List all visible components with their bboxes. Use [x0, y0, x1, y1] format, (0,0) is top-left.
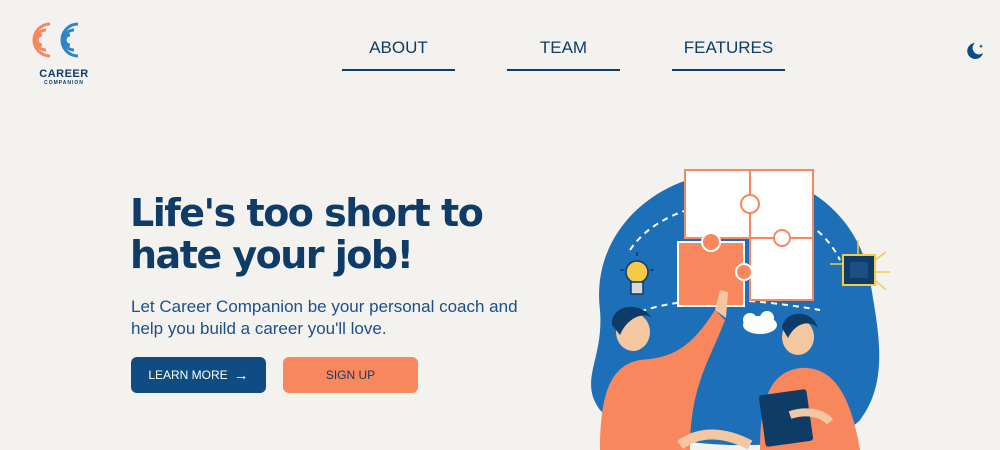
learn-more-button[interactable]: LEARN MORE →	[131, 357, 266, 393]
main-nav: ABOUT TEAM FEATURES	[342, 38, 785, 71]
arrow-right-icon: →	[233, 366, 249, 384]
hero-subtext: Let Career Companion be your personal co…	[131, 297, 518, 338]
brand-subtitle: COMPANION	[44, 80, 84, 86]
nav-team[interactable]: TEAM	[507, 38, 620, 71]
nav-about[interactable]: ABOUT	[342, 38, 455, 71]
cc-maze-logo-icon	[32, 22, 79, 58]
sign-up-label: SIGN UP	[325, 368, 376, 382]
brand-name: CAREER	[39, 68, 89, 80]
sign-up-button[interactable]: SIGN UP	[283, 357, 418, 393]
hero-headline: Life's too short to hate your job!	[130, 191, 484, 277]
nav-features[interactable]: FEATURES	[672, 38, 785, 71]
learn-more-label: LEARN MORE	[148, 368, 228, 382]
moon-icon	[967, 43, 984, 59]
hero-illustration	[591, 169, 890, 450]
theme-toggle-button[interactable]	[964, 40, 986, 62]
brand-logo[interactable]: CAREER COMPANION	[22, 14, 106, 86]
